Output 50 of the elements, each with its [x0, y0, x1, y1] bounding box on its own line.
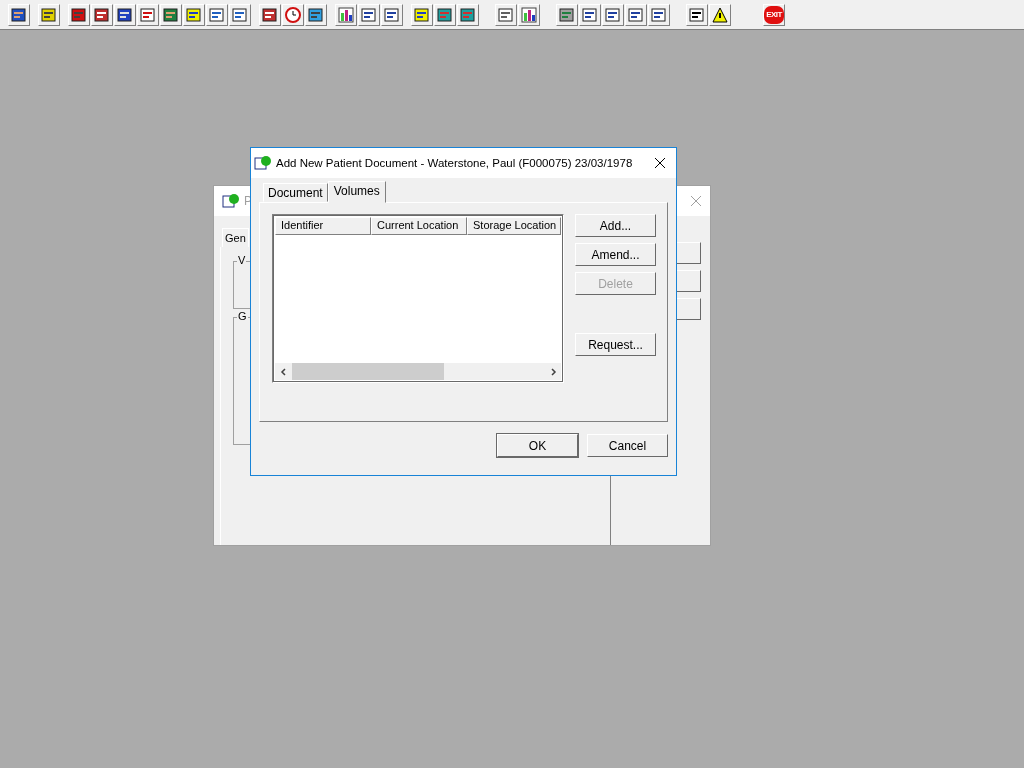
toolbar-button[interactable]: [358, 3, 380, 26]
toolbar-button[interactable]: [38, 3, 60, 26]
toolbar-button[interactable]: [411, 3, 433, 26]
column-header[interactable]: Identifier: [275, 217, 371, 235]
toolbar-button[interactable]: [579, 3, 601, 26]
tab[interactable]: Volumes: [327, 181, 386, 203]
toolbar-button[interactable]: [556, 3, 578, 26]
group-label: V: [237, 254, 247, 266]
chart-icon: [338, 6, 354, 23]
button[interactable]: OK: [497, 434, 578, 457]
clock-icon: [285, 6, 301, 23]
column-header[interactable]: Storage Location: [467, 217, 561, 235]
button[interactable]: Cancel: [587, 434, 668, 457]
toolbar-button[interactable]: [434, 3, 456, 26]
toolbar-button[interactable]: [625, 3, 647, 26]
document-icon: [254, 155, 272, 171]
window-title: Add New Patient Document - Waterstone, Paul (F000075) 23/03/1978: [276, 157, 634, 169]
button[interactable]: Add...: [575, 214, 656, 237]
button[interactable]: Request...: [575, 333, 656, 356]
document-icon: [222, 193, 240, 209]
toolbar-button[interactable]: [206, 3, 228, 26]
toolbar-button[interactable]: [709, 3, 731, 26]
toolbar-button[interactable]: [91, 3, 113, 26]
toolbar-button[interactable]: [648, 3, 670, 26]
toolbar-button[interactable]: [305, 3, 327, 26]
toolbar-button[interactable]: [335, 3, 357, 26]
toolbar-button[interactable]: [518, 3, 540, 26]
toolbar-button[interactable]: [229, 3, 251, 26]
toolbar-button[interactable]: [68, 3, 90, 26]
toolbar-button[interactable]: [381, 3, 403, 26]
toolbar-button[interactable]: [602, 3, 624, 26]
toolbar-button[interactable]: [686, 3, 708, 26]
warning-icon: [712, 6, 728, 23]
tab[interactable]: Gen: [222, 228, 249, 247]
close-icon[interactable]: [654, 157, 666, 169]
toolbar-button[interactable]: [457, 3, 479, 26]
tab[interactable]: Document: [263, 183, 328, 202]
button[interactable]: Amend...: [575, 243, 656, 266]
toolbar-button[interactable]: [183, 3, 205, 26]
toolbar-button[interactable]: [160, 3, 182, 26]
column-header[interactable]: Current Location: [371, 217, 467, 235]
toolbar-button[interactable]: [259, 3, 281, 26]
scroll-thumb[interactable]: [292, 363, 444, 380]
chart-icon: [521, 6, 537, 23]
toolbar-button[interactable]: [8, 3, 30, 26]
group-label: G: [237, 310, 248, 322]
toolbar-button[interactable]: EXIT: [763, 3, 785, 26]
toolbar-button[interactable]: [495, 3, 517, 26]
toolbar-button[interactable]: [114, 3, 136, 26]
horizontal-scrollbar[interactable]: [275, 363, 561, 380]
